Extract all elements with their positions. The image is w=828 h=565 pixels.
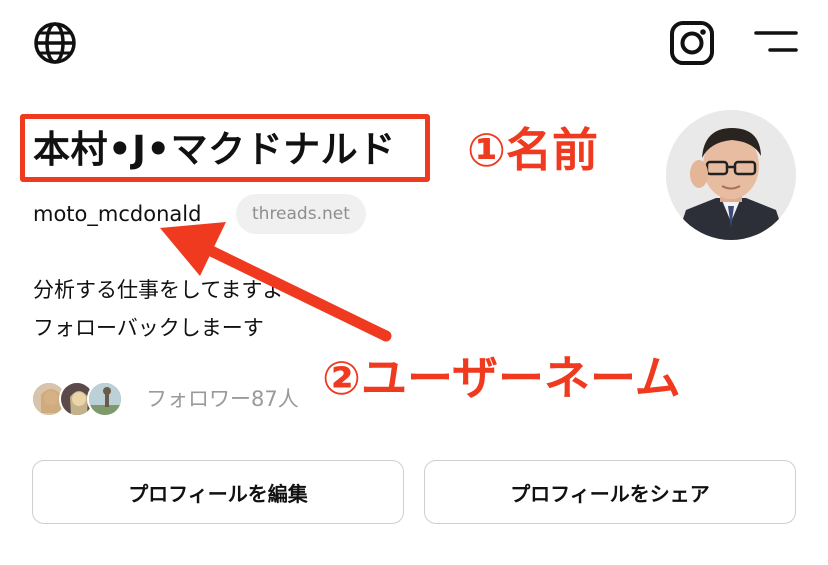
- bio-line-2: フォローバックしまーす: [33, 316, 264, 340]
- annotation-username-label: ②ユーザーネーム: [322, 351, 681, 405]
- share-profile-button[interactable]: プロフィールをシェア: [424, 460, 796, 524]
- threads-domain-badge[interactable]: threads.net: [236, 194, 366, 234]
- avatar[interactable]: [666, 110, 796, 240]
- follower-avatar: [87, 381, 123, 417]
- profile-name: 本村•J•マクドナルド: [33, 128, 396, 171]
- menu-icon[interactable]: [754, 29, 798, 55]
- bio-line-1: 分析する仕事をしてますよ: [33, 278, 284, 302]
- username: moto_mcdonald: [33, 202, 202, 226]
- edit-profile-button[interactable]: プロフィールを編集: [32, 460, 404, 524]
- globe-icon[interactable]: [30, 20, 80, 66]
- instagram-icon[interactable]: [668, 20, 716, 66]
- annotation-name-label: ①名前: [467, 123, 598, 177]
- followers-count[interactable]: フォロワー87人: [146, 384, 299, 414]
